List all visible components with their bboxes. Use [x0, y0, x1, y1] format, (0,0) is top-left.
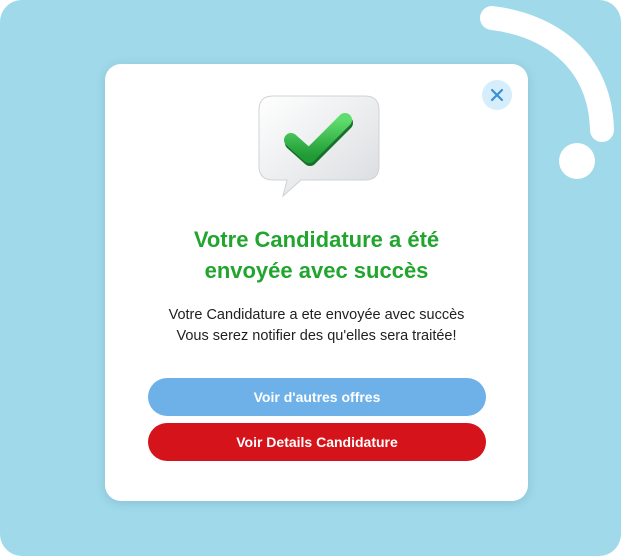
view-application-details-button[interactable]: Voir Details Candidature [148, 423, 486, 461]
dialog-message: Votre Candidature a ete envoyée avec suc… [168, 307, 465, 344]
success-dialog: Votre Candidature a été envoyée avec suc… [105, 64, 528, 501]
view-other-offers-button[interactable]: Voir d'autres offres [148, 378, 486, 416]
close-icon [490, 88, 504, 102]
checkmark-speech-bubble-icon [258, 95, 380, 198]
close-button[interactable] [482, 80, 512, 110]
backdrop: Votre Candidature a été envoyée avec suc… [0, 0, 621, 556]
dialog-title: Votre Candidature a été envoyée avec suc… [193, 227, 440, 283]
